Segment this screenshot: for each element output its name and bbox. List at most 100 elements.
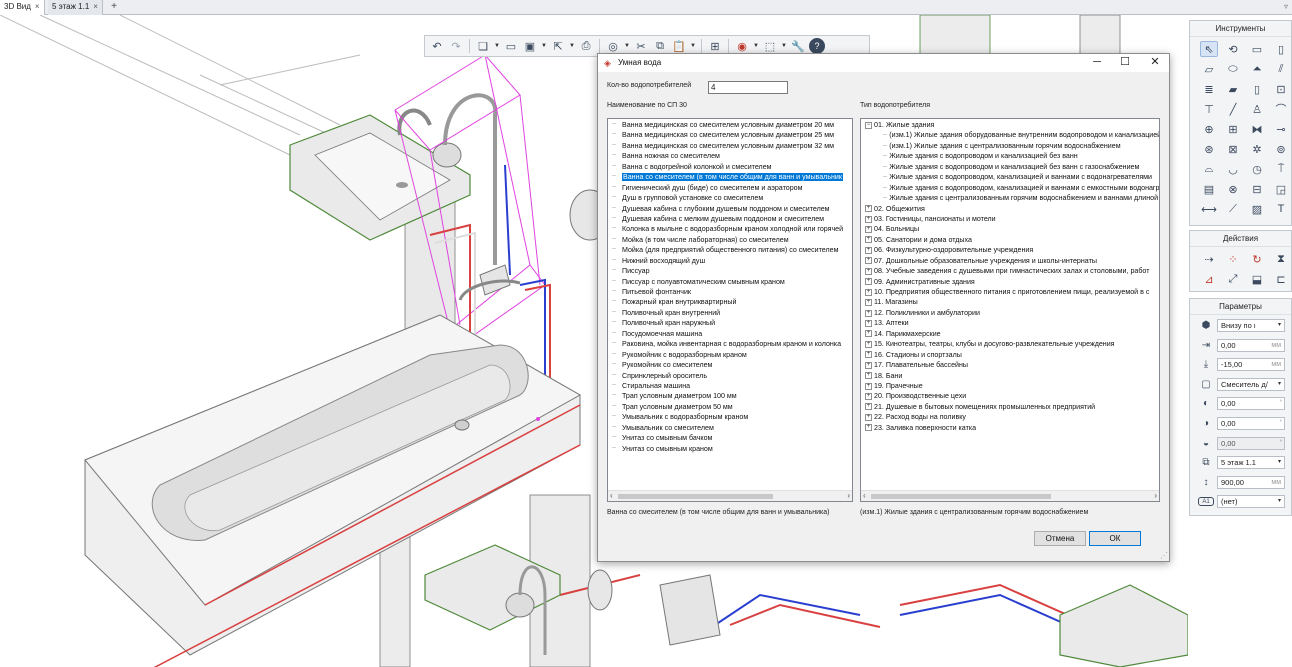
horizontal-scrollbar[interactable]: ‹ › (861, 490, 1159, 501)
tree-item[interactable]: +07. Дошкольные образовательные учрежден… (863, 256, 1159, 266)
expand-icon[interactable]: + (865, 236, 872, 244)
plumbing-icon[interactable]: ⊕ (1200, 121, 1218, 137)
chevron-down-icon[interactable]: ▼ (781, 43, 787, 49)
extend-icon[interactable]: ⊿ (1200, 271, 1218, 287)
list-item[interactable]: ┈ Трап условным диаметром 100 мм (608, 391, 852, 401)
tab-floor-plan[interactable]: 5 этаж 1.1 × (48, 0, 103, 15)
column-icon[interactable]: ▯ (1272, 41, 1290, 57)
expand-icon[interactable]: + (865, 351, 872, 359)
expand-icon[interactable]: + (865, 226, 872, 233)
move-icon[interactable]: ⇢ (1200, 251, 1218, 267)
tree-item[interactable]: +17. Плавательные бассейны (863, 360, 1159, 370)
label-icon[interactable]: ⊟ (1248, 181, 1266, 197)
tab-list-icon[interactable]: ▿ (1284, 0, 1288, 14)
chevron-down-icon[interactable]: ▾ (1278, 457, 1281, 468)
list-item[interactable]: ┈ Душевая кабина с глубоким душевым поддо… (608, 204, 852, 214)
tree-item[interactable]: +19. Прачечные (863, 381, 1159, 391)
fitting-icon[interactable]: ⊸ (1272, 121, 1290, 137)
collapse-icon[interactable]: − (865, 121, 872, 129)
cancel-button[interactable]: Отмена (1034, 531, 1086, 546)
equipment-icon[interactable]: ⊞ (1224, 121, 1242, 137)
save-icon[interactable]: ▣ (522, 38, 538, 54)
expand-icon[interactable]: + (865, 340, 872, 348)
expand-icon[interactable]: + (865, 205, 872, 213)
chevron-down-icon[interactable]: ▾ (1278, 496, 1281, 507)
tree-item[interactable]: +10. Предприятия общественного питания с… (863, 287, 1159, 297)
scrollbar-thumb[interactable] (871, 494, 1051, 499)
add-tab-button[interactable]: + (107, 0, 121, 15)
list-item[interactable]: ┈ Стиральная машина (608, 381, 852, 391)
list-item[interactable]: ┈ Душевая кабина с мелким душевым поддоно… (608, 214, 852, 224)
close-button[interactable]: ✕ (1141, 55, 1169, 71)
tree-item[interactable]: +02. Общежития (863, 204, 1159, 214)
chevron-down-icon[interactable]: ▼ (541, 43, 547, 49)
help-icon[interactable]: ? (809, 38, 825, 54)
tree-item[interactable]: +23. Заливка поверхности катка (863, 423, 1159, 433)
scrollbar-thumb[interactable] (618, 494, 773, 499)
tree-item[interactable]: +16. Стадионы и спортзалы (863, 350, 1159, 360)
expand-icon[interactable]: + (865, 424, 872, 432)
align-icon[interactable]: ⬓ (1248, 271, 1266, 287)
expand-icon[interactable]: + (865, 319, 872, 327)
grid-icon[interactable]: ⊠ (1224, 141, 1242, 157)
list-item[interactable]: ┈ Ванна медицинская со смесителем условны… (608, 141, 852, 151)
window-icon[interactable]: ▭ (503, 38, 519, 54)
cabinet-icon[interactable]: ▤ (1200, 181, 1218, 197)
hierarchy-icon[interactable]: ⊞ (707, 38, 723, 54)
tree-item[interactable]: ┈ (изм.1) Жилые здания оборудованные вну… (863, 130, 1159, 140)
list-item[interactable]: ┈ Поливочный кран наружный (608, 318, 852, 328)
close-icon[interactable]: × (35, 2, 40, 11)
parameter-field[interactable]: 5 этаж 1.1 ▾ (1217, 456, 1285, 470)
list-item[interactable]: ┈ Мойка (для предприятий общественного пи… (608, 245, 852, 255)
view-cube-icon[interactable]: ⬚ (762, 38, 778, 54)
render-icon[interactable]: ◎ (605, 38, 621, 54)
parameter-field[interactable]: Смеситель д/ ▾ (1217, 377, 1285, 391)
box-icon[interactable]: ▭ (1248, 41, 1266, 57)
parameter-field[interactable]: 0,00 ° (1217, 397, 1285, 411)
ok-button[interactable]: ОК (1089, 531, 1141, 546)
tab-3d-view[interactable]: 3D Вид × (0, 0, 45, 15)
tree-item[interactable]: ┈ Жилые здания с водопроводом и канализа… (863, 162, 1159, 172)
paste-icon[interactable]: 📋 (671, 38, 687, 54)
list-item[interactable]: ┈ Ванна с водогрейной колонкой и смесител… (608, 162, 852, 172)
eye-icon[interactable]: ◉ (734, 38, 750, 54)
scroll-left-icon[interactable]: ‹ (863, 491, 866, 501)
tree-item[interactable]: ┈ Жилые здания с водопроводом, канализац… (863, 172, 1159, 182)
maximize-button[interactable]: ☐ (1111, 55, 1139, 71)
list-item[interactable]: ┈ Писсуар с полуавтоматическим смывным кр… (608, 277, 852, 287)
minimize-button[interactable]: ─ (1083, 55, 1111, 71)
list-item[interactable]: ┈ Ванна со смесителем (в том числе общим … (608, 172, 852, 182)
expand-icon[interactable]: + (865, 246, 872, 254)
list-item[interactable]: ┈ Унитаз со смывным краном (608, 444, 852, 454)
parameter-field[interactable]: Внизу по ι ▾ (1217, 319, 1285, 332)
parameter-field[interactable]: 0,00 ° (1217, 416, 1285, 430)
expand-icon[interactable]: + (865, 403, 872, 411)
expand-icon[interactable]: + (865, 267, 872, 275)
chevron-down-icon[interactable]: ▼ (690, 43, 696, 49)
list-item[interactable]: ┈ Колонка в мыльне с водоразборным краном… (608, 224, 852, 234)
panel-icon[interactable]: ▰ (1224, 81, 1242, 97)
list-item[interactable]: ┈ Умывальник с водоразборным краном (608, 412, 852, 422)
expand-icon[interactable]: + (865, 382, 872, 390)
tree-item[interactable]: +08. Учебные заведения с душевыми при ги… (863, 266, 1159, 276)
parameter-field[interactable]: 900,00 мм (1217, 475, 1285, 489)
tree-item[interactable]: ┈ Жилые здания с водопроводом, канализац… (863, 183, 1159, 193)
trim-icon[interactable]: ⊏ (1272, 271, 1290, 287)
list-item[interactable]: ┈ Умывальник со смесителем (608, 423, 852, 433)
consumer-count-input[interactable]: 4 (708, 81, 788, 94)
parameter-field[interactable]: -15,00 мм (1217, 358, 1285, 372)
expand-icon[interactable]: + (865, 215, 872, 223)
cut-icon[interactable]: ✂ (633, 38, 649, 54)
list-item[interactable]: ┈ Рукомойник со смесителем (608, 360, 852, 370)
chevron-down-icon[interactable]: ▾ (1278, 379, 1281, 390)
chevron-down-icon[interactable]: ▼ (624, 43, 630, 49)
list-item[interactable]: ┈ Гигиенический душ (биде) со смесителем … (608, 183, 852, 193)
list-item[interactable]: ┈ Посудомоечная машина (608, 329, 852, 339)
list-item[interactable]: ┈ Ванна медицинская со смесителем условны… (608, 120, 852, 130)
tree-item[interactable]: +11. Магазины (863, 297, 1159, 307)
cursor-icon[interactable]: ⇖ (1200, 41, 1218, 57)
figure-icon[interactable]: ♙ (1248, 101, 1266, 117)
chevron-down-icon[interactable]: ▼ (753, 43, 759, 49)
print-icon[interactable]: ⎙ (578, 38, 594, 54)
radiator-icon[interactable]: ⊛ (1200, 141, 1218, 157)
